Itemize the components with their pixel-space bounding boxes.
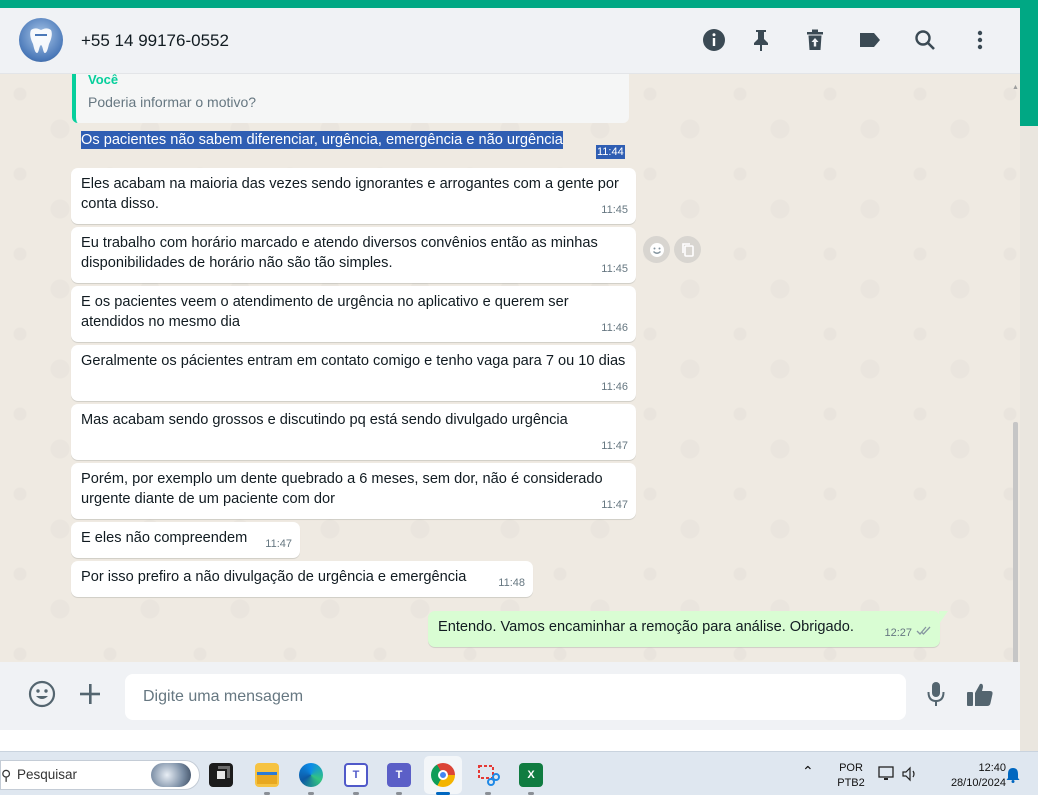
notification-bell-icon[interactable] [1006, 767, 1020, 788]
copy-icon[interactable] [674, 236, 701, 263]
message-bubble[interactable]: Eles acabam na maioria das vezes sendo i… [71, 168, 636, 224]
message-bubble[interactable]: E eles não compreendem 11:47 [71, 522, 300, 558]
clock-date: 28/10/2024 [950, 777, 1006, 789]
read-double-check-icon [916, 622, 932, 642]
file-explorer-icon[interactable] [255, 763, 279, 787]
contact-name[interactable]: +55 14 99176-0552 [81, 31, 229, 51]
message-time: 11:45 [601, 263, 628, 275]
message-hover-actions [643, 236, 701, 263]
window-right-background [1020, 126, 1038, 751]
show-hidden-icons-chevron-icon[interactable]: ⌃ [802, 764, 814, 779]
message-bubble[interactable]: E os pacientes veem o atendimento de urg… [71, 286, 636, 342]
message-bubble[interactable]: Por isso prefiro a não divulgação de urg… [71, 561, 533, 597]
thumbs-up-icon[interactable] [964, 678, 996, 710]
delete-icon[interactable] [802, 27, 828, 53]
message-text: Eu trabalho com horário marcado e atendo… [81, 235, 598, 271]
taskbar-search[interactable]: ⚲ Pesquisar [0, 760, 200, 790]
microphone-icon[interactable] [920, 678, 952, 710]
message-text: Por isso prefiro a não divulgação de urg… [81, 569, 467, 585]
contact-avatar[interactable] [19, 18, 63, 62]
snipping-tool-icon[interactable] [476, 763, 500, 787]
teams-icon[interactable]: T [387, 763, 411, 787]
message-time: 11:47 [265, 538, 292, 550]
message-time: 11:46 [601, 381, 628, 393]
quote-text: Poderia informar o motivo? [88, 94, 257, 110]
message-text: E eles não compreendem [81, 530, 248, 546]
chat-header: +55 14 99176-0552 [0, 8, 1020, 74]
quoted-message[interactable]: Você Poderia informar o motivo? [72, 74, 629, 123]
volume-icon[interactable] [901, 766, 919, 787]
edge-icon[interactable] [299, 763, 323, 787]
outgoing-message-bubble[interactable]: Entendo. Vamos encaminhar a remoção para… [428, 611, 948, 647]
conversation-pane[interactable]: Você Poderia informar o motivo? Os pacie… [0, 74, 1020, 662]
message-time: 11:47 [601, 499, 628, 511]
whatsapp-window: +55 14 99176-0552 Você Poderia informar … [0, 8, 1020, 730]
message-text: Os pacientes não sabem diferenciar, urgê… [81, 131, 563, 149]
search-icon[interactable] [912, 27, 938, 53]
message-text: Entendo. Vamos encaminhar a remoção para… [438, 619, 854, 635]
message-time: 11:46 [601, 322, 628, 334]
label-icon[interactable] [857, 27, 883, 53]
teams-classroom-icon[interactable]: T [344, 763, 368, 787]
message-text: Porém, por exemplo um dente quebrado a 6… [81, 471, 603, 507]
info-icon[interactable] [701, 27, 727, 53]
clock-time: 12:40 [978, 762, 1006, 774]
message-text: Geralmente os pácientes entram em contat… [81, 353, 626, 369]
chat-scrollbar[interactable]: ▲ [1011, 84, 1019, 662]
language-code: POR [839, 762, 863, 774]
selected-message[interactable]: Os pacientes não sabem diferenciar, urgê… [81, 127, 636, 162]
quote-author: Você [88, 74, 119, 87]
pin-icon[interactable] [748, 27, 774, 53]
message-bubble[interactable]: Eu trabalho com horário marcado e atendo… [71, 227, 636, 283]
message-bubble[interactable]: Mas acabam sendo grossos e discutindo pq… [71, 404, 636, 460]
message-time: 11:44 [596, 145, 625, 159]
message-time: 11:45 [601, 204, 628, 216]
excel-icon[interactable]: X [519, 763, 543, 787]
message-time: 11:48 [498, 577, 525, 589]
window-right-accent [1020, 8, 1038, 126]
windows-taskbar: ⚲ Pesquisar T T X ⌃ POR PTB2 12:40 28/10… [0, 751, 1038, 795]
message-text: E os pacientes veem o atendimento de urg… [81, 294, 569, 330]
react-emoji-icon[interactable] [643, 236, 670, 263]
network-icon[interactable] [878, 766, 896, 787]
message-time: 11:47 [601, 440, 628, 452]
attach-plus-icon[interactable] [74, 678, 106, 710]
task-view-icon[interactable] [209, 763, 233, 787]
keyboard-layout-code: PTB2 [837, 777, 865, 789]
chrome-icon[interactable] [431, 763, 455, 787]
bubble-tail [939, 611, 948, 624]
menu-icon[interactable] [967, 27, 993, 53]
scroll-thumb[interactable] [1013, 422, 1018, 662]
input-language-indicator[interactable]: POR PTB2 [834, 761, 868, 791]
search-icon: ⚲ [1, 767, 12, 783]
search-highlight-image [151, 763, 191, 787]
message-bubble[interactable]: Porém, por exemplo um dente quebrado a 6… [71, 463, 636, 519]
message-time: 12:27 [884, 627, 912, 639]
message-input[interactable] [125, 674, 906, 720]
composer-bar [0, 662, 1020, 730]
search-label: Pesquisar [17, 767, 78, 782]
system-clock[interactable]: 12:40 28/10/2024 [930, 761, 1006, 791]
scroll-up-arrow[interactable]: ▲ [1012, 84, 1019, 91]
window-top-accent [0, 0, 1038, 8]
message-bubble[interactable]: Geralmente os pácientes entram em contat… [71, 345, 636, 401]
message-text: Eles acabam na maioria das vezes sendo i… [81, 176, 619, 212]
message-text: Mas acabam sendo grossos e discutindo pq… [81, 412, 568, 428]
emoji-icon[interactable] [26, 678, 58, 710]
